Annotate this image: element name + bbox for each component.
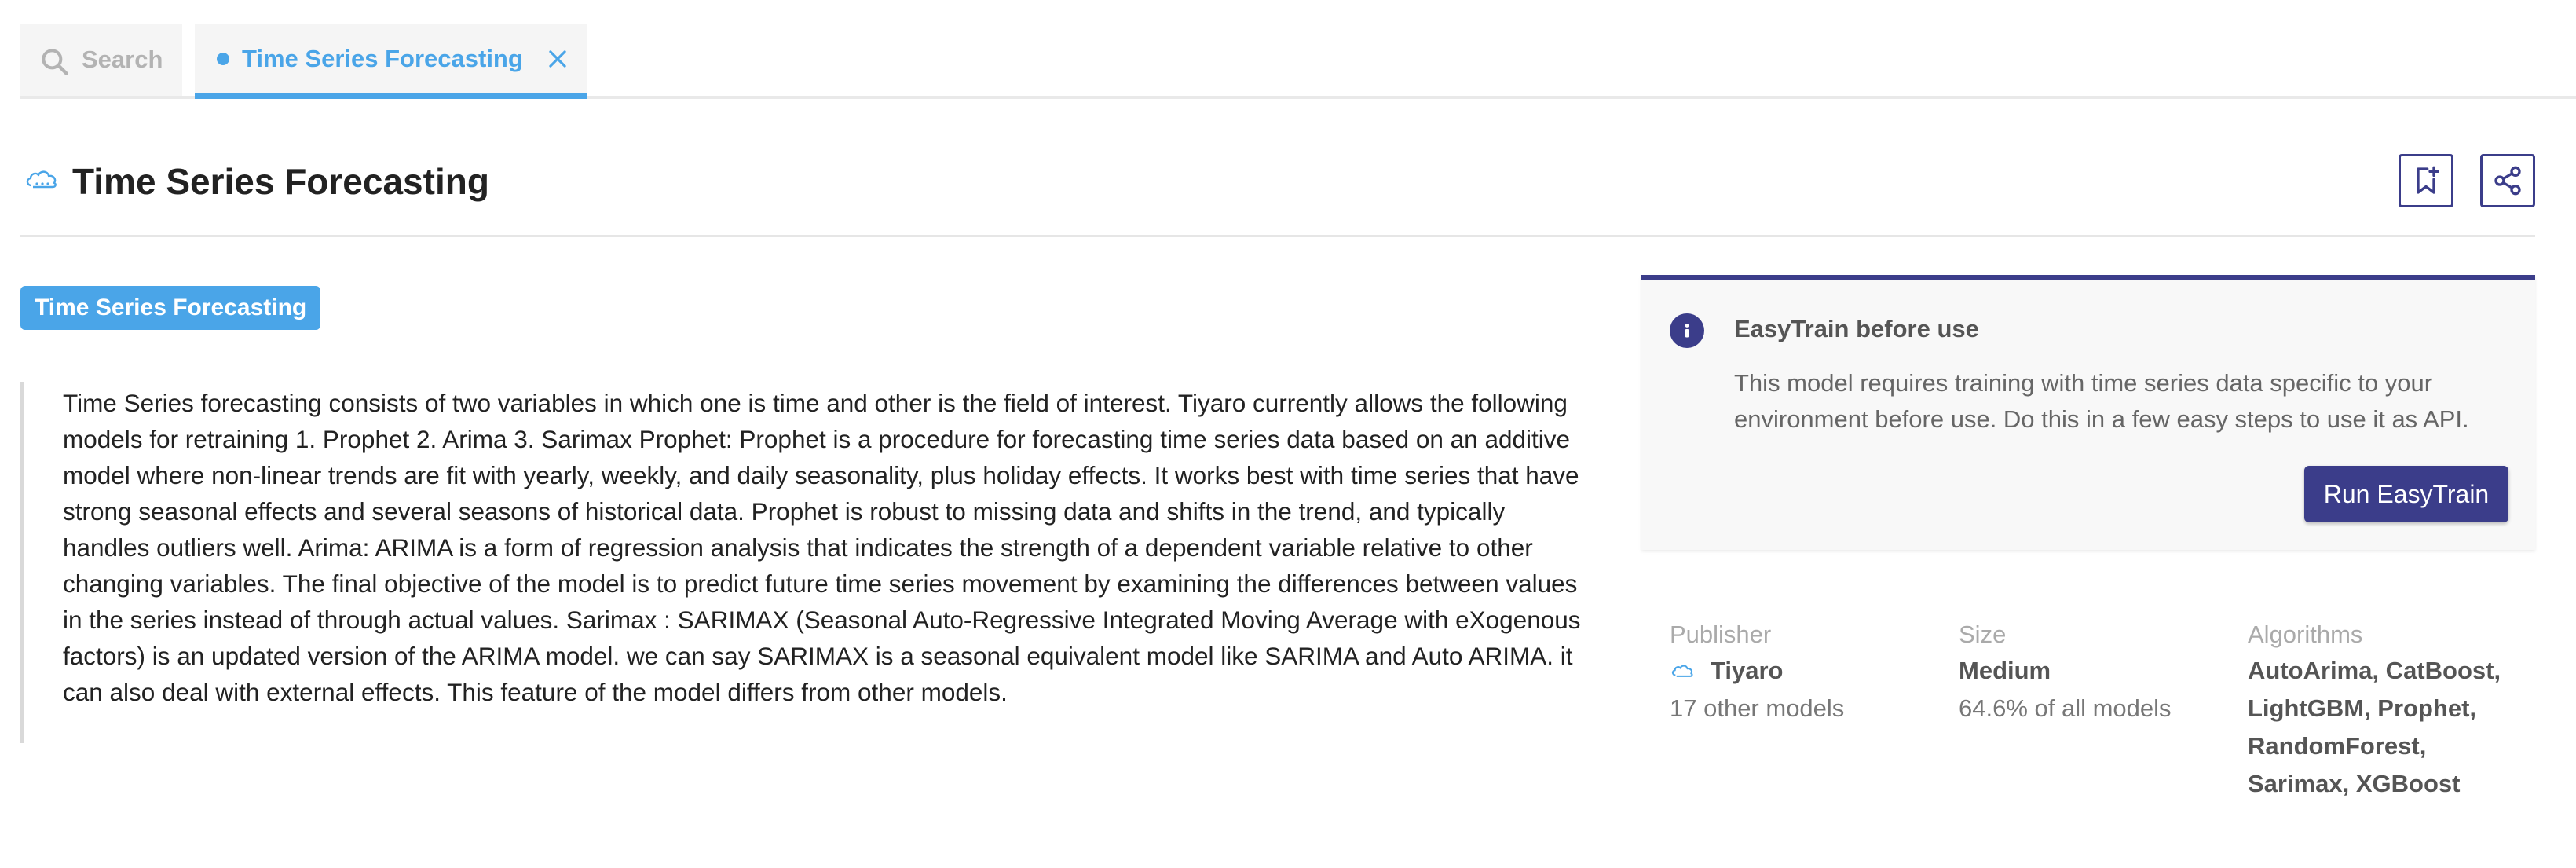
tab-bar: Search Time Series Forecasting — [20, 24, 2576, 99]
share-button[interactable] — [2480, 154, 2535, 207]
tab-active-dot — [217, 52, 229, 65]
category-tag[interactable]: Time Series Forecasting — [20, 286, 321, 330]
publisher-section: Publisher Tiyaro 17 other models — [1670, 617, 1844, 727]
share-icon — [2494, 166, 2521, 196]
callout-title: EasyTrain before use — [1734, 315, 1979, 342]
size-percentile: 64.6% of all models — [1959, 694, 2172, 722]
easytrain-callout: EasyTrain before use This model requires… — [1641, 275, 2535, 550]
tab-time-series-forecasting[interactable]: Time Series Forecasting — [195, 24, 587, 99]
publisher-other-models[interactable]: 17 other models — [1670, 690, 1844, 727]
tab-search[interactable]: Search — [20, 24, 182, 96]
size-label: Size — [1959, 621, 2007, 648]
model-description: Time Series forecasting consists of two … — [20, 382, 1583, 743]
bookmark-button[interactable] — [2399, 154, 2453, 207]
publisher-link[interactable]: Tiyaro — [1670, 652, 1844, 690]
cloud-icon — [26, 170, 57, 189]
tab-search-label: Search — [82, 46, 163, 73]
tab-active-label: Time Series Forecasting — [242, 44, 523, 72]
callout-text: This model requires training with time s… — [1734, 369, 2469, 433]
close-icon[interactable] — [545, 46, 570, 71]
page-header: Time Series Forecasting — [20, 149, 2535, 237]
algorithms-section: Algorithms AutoArima, CatBoost, LightGBM… — [2248, 617, 2515, 803]
publisher-label: Publisher — [1670, 621, 1772, 648]
size-section: Size Medium 64.6% of all models — [1959, 617, 2172, 727]
info-icon — [1670, 313, 1704, 348]
algorithms-list: AutoArima, CatBoost, LightGBM, Prophet, … — [2248, 657, 2501, 797]
size-value: Medium — [1959, 657, 2051, 684]
page-title: Time Series Forecasting — [72, 161, 489, 202]
search-icon — [42, 49, 68, 75]
bookmark-add-icon — [2417, 166, 2439, 194]
run-easytrain-button[interactable]: Run EasyTrain — [2304, 466, 2508, 522]
publisher-name: Tiyaro — [1711, 657, 1784, 684]
cloud-icon — [1671, 665, 1693, 677]
algorithms-label: Algorithms — [2248, 621, 2363, 648]
